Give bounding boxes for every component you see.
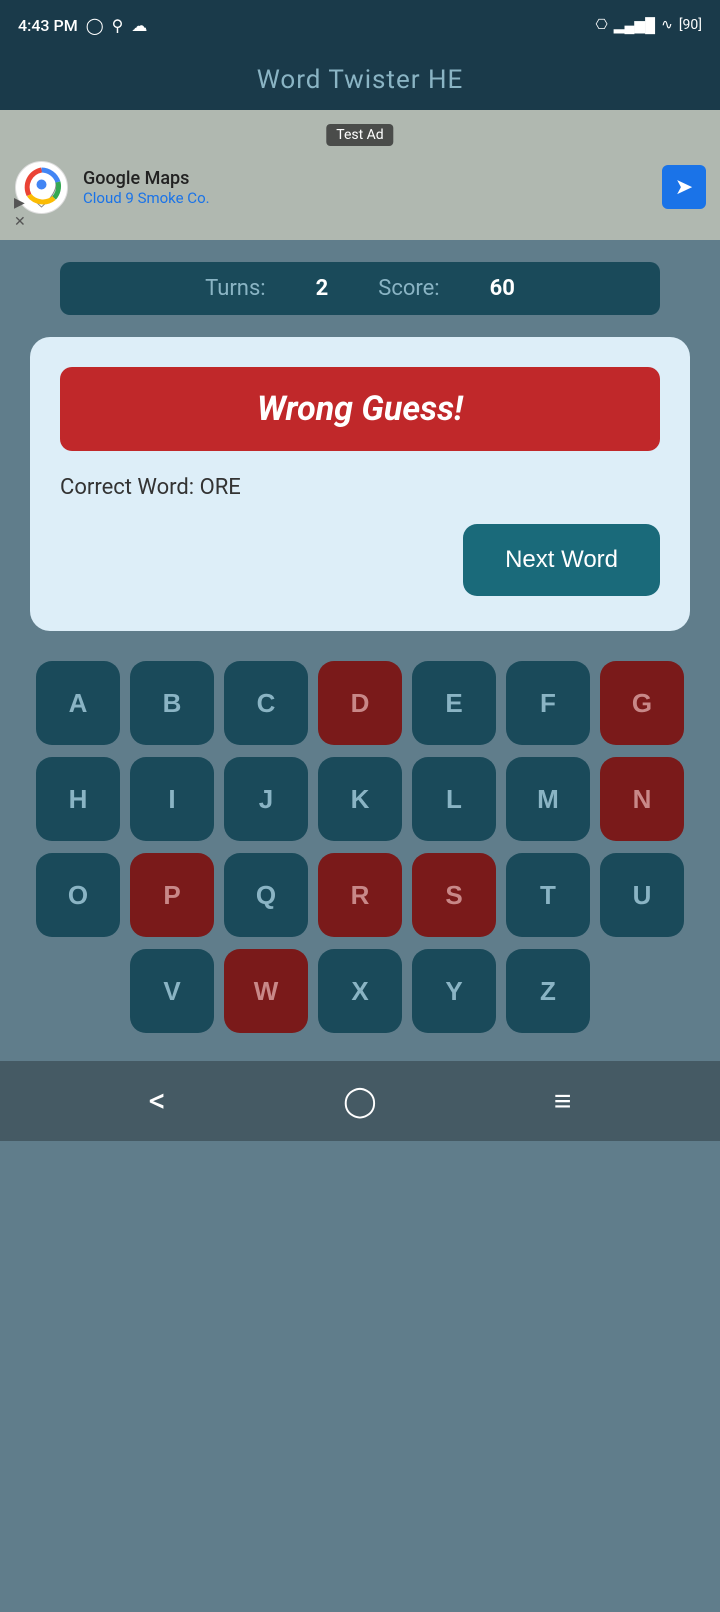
status-icons: ⎔ ▂▄▆█ ∿ [90] [595, 17, 702, 34]
score-value: 60 [490, 276, 515, 301]
key-x[interactable]: X [318, 949, 402, 1033]
score-label: Score: [378, 276, 439, 301]
back-button[interactable]: < [149, 1081, 166, 1121]
key-q[interactable]: Q [224, 853, 308, 937]
key-s[interactable]: S [412, 853, 496, 937]
bottom-nav-bar: < ◯ ≡ [0, 1061, 720, 1141]
key-z[interactable]: Z [506, 949, 590, 1033]
keyboard-row-3: VWXYZ [14, 949, 706, 1033]
app-title: Word Twister HE [257, 65, 464, 95]
next-word-button[interactable]: Next Word [463, 524, 660, 596]
correct-word-display: Correct Word: ORE [60, 475, 660, 500]
home-button[interactable]: ◯ [343, 1084, 377, 1119]
wrong-guess-text: Wrong Guess! [257, 389, 463, 429]
ad-left: Google Maps Cloud 9 Smoke Co. [14, 160, 210, 215]
result-card: Wrong Guess! Correct Word: ORE Next Word [30, 337, 690, 631]
key-d[interactable]: D [318, 661, 402, 745]
key-a[interactable]: A [36, 661, 120, 745]
signal-icon: ▂▄▆█ [614, 17, 655, 34]
key-y[interactable]: Y [412, 949, 496, 1033]
key-n[interactable]: N [600, 757, 684, 841]
key-t[interactable]: T [506, 853, 590, 937]
key-j[interactable]: J [224, 757, 308, 841]
key-l[interactable]: L [412, 757, 496, 841]
vibrate-icon: ⎔ [595, 17, 607, 33]
status-bar: 4:43 PM ◯ ⚲ ☁ ⎔ ▂▄▆█ ∿ [90] [0, 0, 720, 50]
key-v[interactable]: V [130, 949, 214, 1033]
key-g[interactable]: G [600, 661, 684, 745]
ad-text-block: Google Maps Cloud 9 Smoke Co. [83, 168, 210, 207]
ad-company: Google Maps [83, 168, 210, 189]
ad-banner: Test Ad Google Maps Cloud 9 Smoke Co. ➤ … [0, 110, 720, 240]
ad-subtitle: Cloud 9 Smoke Co. [83, 189, 210, 207]
key-h[interactable]: H [36, 757, 120, 841]
key-u[interactable]: U [600, 853, 684, 937]
battery-icon: [90] [679, 17, 702, 33]
keyboard-row-2: OPQRSTU [14, 853, 706, 937]
ad-close-icon[interactable]: ✕ [14, 214, 26, 230]
turns-label: Turns: [205, 276, 266, 301]
key-m[interactable]: M [506, 757, 590, 841]
ad-navigate-icon[interactable]: ➤ [662, 165, 706, 209]
key-i[interactable]: I [130, 757, 214, 841]
key-r[interactable]: R [318, 853, 402, 937]
key-c[interactable]: C [224, 661, 308, 745]
key-o[interactable]: O [36, 853, 120, 937]
turns-value: 2 [316, 276, 329, 301]
ad-content: Google Maps Cloud 9 Smoke Co. ➤ [14, 160, 706, 215]
whatsapp-icon: ◯ [86, 16, 104, 35]
ad-label: Test Ad [326, 124, 393, 146]
cloud-icon: ☁ [131, 16, 147, 35]
ad-play-icon[interactable]: ▶ [14, 195, 26, 211]
usb-icon: ⚲ [112, 16, 124, 35]
ad-controls: ▶ ✕ [14, 195, 26, 230]
keyboard-row-0: ABCDEFG [14, 661, 706, 745]
correct-word-text: Correct Word: ORE [60, 465, 241, 510]
keyboard-area: ABCDEFG HIJKLMN OPQRSTU VWXYZ [0, 641, 720, 1061]
score-bar: Turns: 2 Score: 60 [60, 262, 660, 315]
app-title-bar: Word Twister HE [0, 50, 720, 110]
menu-button[interactable]: ≡ [554, 1084, 572, 1119]
wifi-icon: ∿ [661, 17, 673, 33]
key-p[interactable]: P [130, 853, 214, 937]
next-word-row: Next Word [60, 524, 660, 596]
status-time: 4:43 PM [18, 16, 78, 35]
key-f[interactable]: F [506, 661, 590, 745]
status-time-area: 4:43 PM ◯ ⚲ ☁ [18, 16, 147, 35]
key-w[interactable]: W [224, 949, 308, 1033]
key-b[interactable]: B [130, 661, 214, 745]
key-k[interactable]: K [318, 757, 402, 841]
key-e[interactable]: E [412, 661, 496, 745]
wrong-guess-banner: Wrong Guess! [60, 367, 660, 451]
keyboard-row-1: HIJKLMN [14, 757, 706, 841]
